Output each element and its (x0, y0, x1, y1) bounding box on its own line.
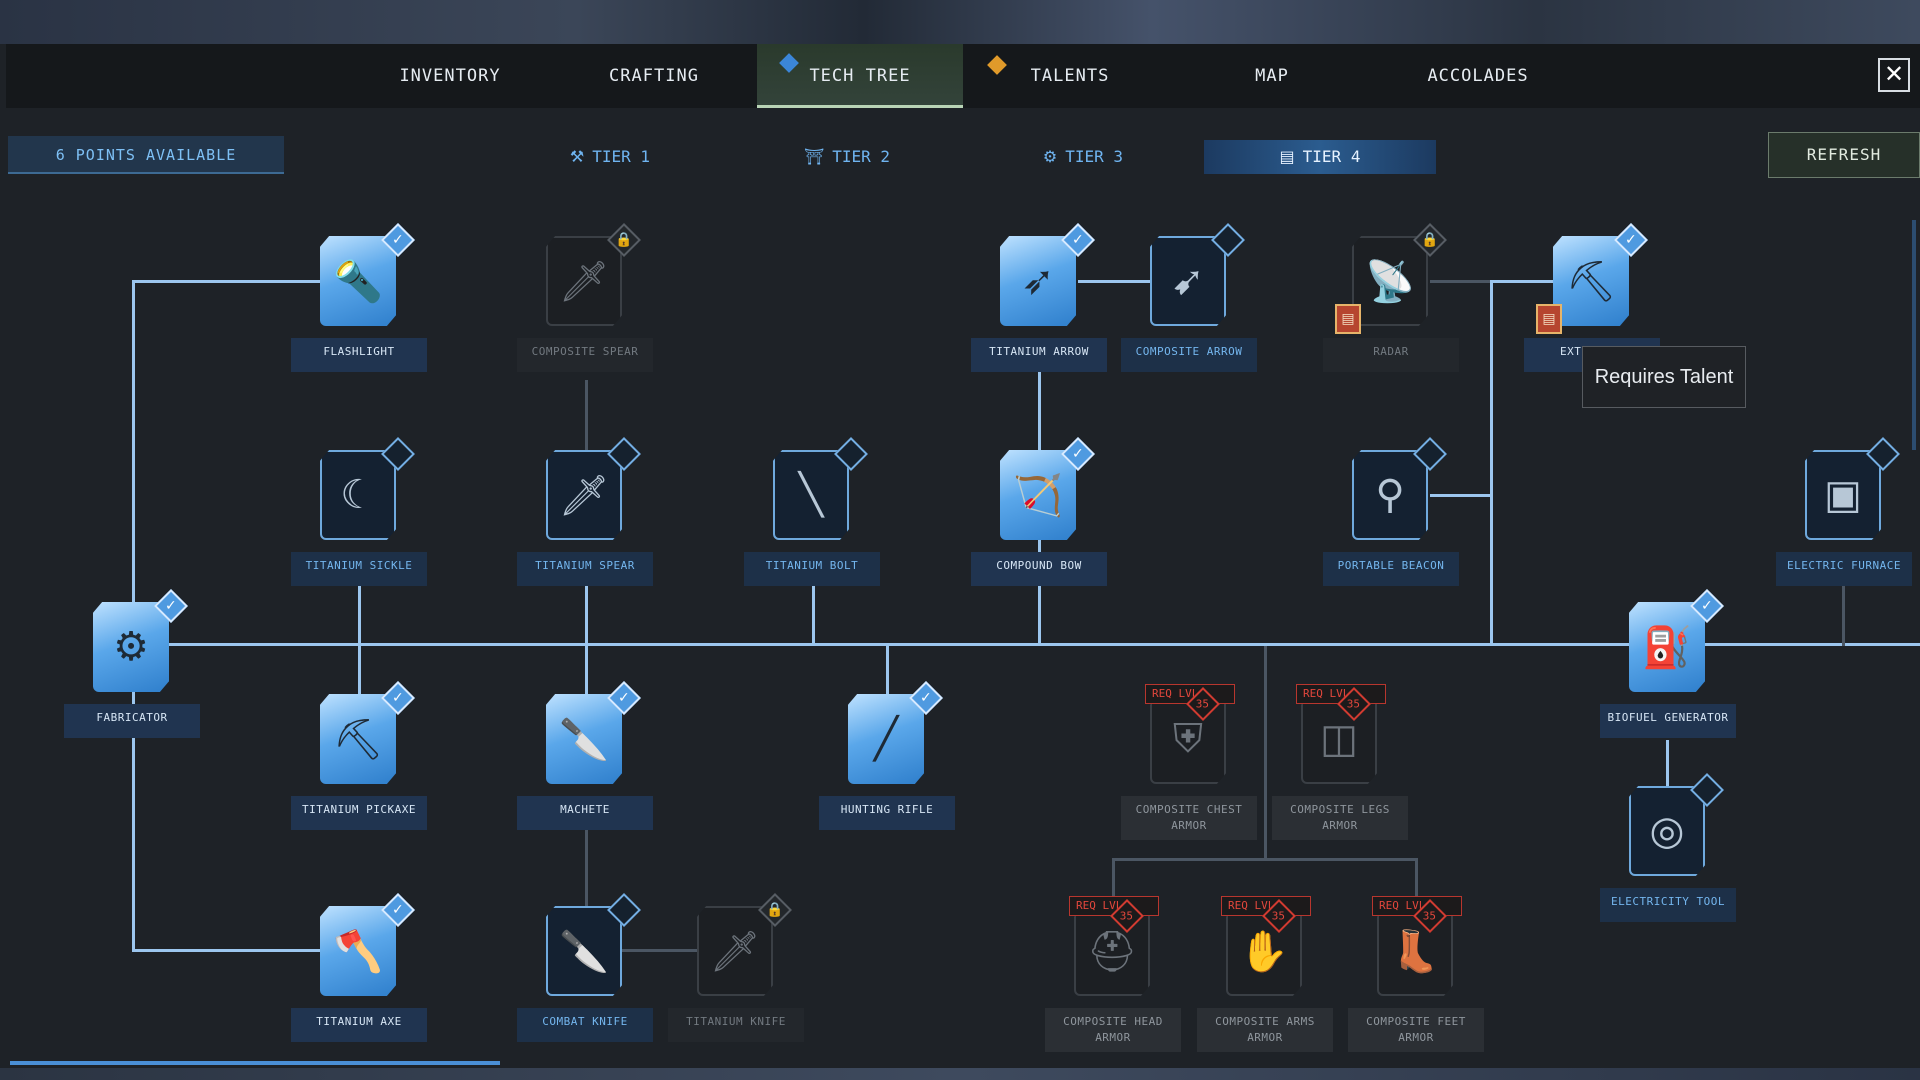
node-label: TITANIUM ARROW (971, 338, 1107, 372)
furnace-icon: ▣ (1805, 450, 1881, 540)
tree-connector (1264, 646, 1267, 860)
tree-connector (132, 949, 322, 952)
node-label: TITANIUM SPEAR (517, 552, 653, 586)
node-label: TITANIUM SICKLE (291, 552, 427, 586)
tree-connector (1112, 858, 1418, 861)
node-label: COMPOSITE SPEAR (517, 338, 653, 372)
crane-icon: ⚙ (1042, 147, 1058, 166)
scrollbar[interactable] (1912, 220, 1916, 450)
node-label: TITANIUM KNIFE (668, 1008, 804, 1042)
arrow-icon: ➶ (1000, 236, 1076, 326)
knife-icon: 🔪 (546, 906, 622, 996)
tier-label: TIER 2 (832, 147, 891, 166)
node-label: ELECTRIC FURNACE (1776, 552, 1912, 586)
tree-connector (585, 586, 588, 646)
flashlight-icon: 🔦 (320, 236, 396, 326)
arrow-icon: ➹ (1150, 236, 1226, 326)
points-available-counter: 6 POINTS AVAILABLE (8, 136, 284, 174)
cable-icon: ◎ (1629, 786, 1705, 876)
tab-map[interactable]: MAP (1182, 44, 1362, 108)
tier-label: TIER 4 (1302, 147, 1361, 166)
node-label: COMPOUND BOW (971, 552, 1107, 586)
close-button[interactable]: ✕ (1878, 58, 1910, 92)
tab-inventory[interactable]: INVENTORY (360, 44, 540, 108)
node-label: COMPOSITE ARMS ARMOR (1197, 1008, 1333, 1052)
horizontal-scroll-indicator[interactable] (10, 1061, 500, 1065)
tier-label: TIER 1 (592, 147, 651, 166)
spear-icon: 🗡 (546, 450, 622, 540)
machete-icon: 🔪 (546, 694, 622, 784)
tree-connector (622, 949, 700, 952)
tree-connector (585, 380, 588, 450)
tree-connector (1666, 740, 1669, 790)
radar-icon: 📡 (1352, 236, 1428, 326)
machine-icon: ▤ (1279, 147, 1295, 166)
node-label: COMPOSITE LEGS ARMOR (1272, 796, 1408, 840)
node-label: COMPOSITE ARROW (1121, 338, 1257, 372)
node-label: FABRICATOR (64, 704, 200, 738)
tree-connector (585, 643, 588, 695)
node-label: COMPOSITE CHEST ARMOR (1121, 796, 1257, 840)
node-label: BIOFUEL GENERATOR (1600, 704, 1736, 738)
tree-connector (1078, 280, 1154, 283)
node-label: COMBAT KNIFE (517, 1008, 653, 1042)
tree-connector (812, 586, 815, 646)
node-label: FLASHLIGHT (291, 338, 427, 372)
generator-icon: ⛽ (1629, 602, 1705, 692)
drill-icon: ⛏ (1553, 236, 1629, 326)
node-label: ELECTRICITY TOOL (1600, 888, 1736, 922)
tree-connector (358, 586, 361, 646)
tab-talents[interactable]: TALENTS (980, 44, 1160, 108)
tree-connector (1430, 280, 1490, 283)
node-label: MACHETE (517, 796, 653, 830)
tab-tier-1[interactable]: ⚒ TIER 1 (545, 140, 675, 174)
fabricator-icon: ⚙ (93, 602, 169, 692)
tier-label: TIER 3 (1065, 147, 1124, 166)
requires-talent-tooltip: Requires Talent (1582, 346, 1746, 408)
pickaxe-icon: ⛏ (320, 694, 396, 784)
tree-connector (1430, 494, 1492, 497)
node-label: RADAR (1323, 338, 1459, 372)
tree-connector (886, 643, 889, 695)
talent-book-icon: ▤ (1335, 304, 1361, 334)
talent-book-icon: ▤ (1536, 304, 1562, 334)
game-world-backdrop (0, 0, 1920, 44)
spear-icon: 🗡 (546, 236, 622, 326)
top-nav-bar (6, 44, 1920, 108)
gate-icon: ⛩ (803, 147, 825, 166)
rifle-icon: ╱ (848, 694, 924, 784)
tab-tier-3[interactable]: ⚙ TIER 3 (1018, 140, 1148, 174)
tree-connector (1842, 580, 1845, 646)
sickle-icon: ☾ (320, 450, 396, 540)
tree-connector (585, 825, 588, 911)
game-world-backdrop (0, 1068, 1920, 1080)
refresh-button[interactable]: REFRESH (1768, 132, 1920, 178)
tab-tier-2[interactable]: ⛩ TIER 2 (782, 140, 912, 174)
node-label: TITANIUM BOLT (744, 552, 880, 586)
tree-connector (1490, 280, 1493, 646)
knife-icon: 🗡 (697, 906, 773, 996)
tab-accolades[interactable]: ACCOLADES (1388, 44, 1568, 108)
bow-icon: 🏹 (1000, 450, 1076, 540)
node-label: COMPOSITE HEAD ARMOR (1045, 1008, 1181, 1052)
hammer-icon: ⚒ (569, 147, 585, 166)
tree-connector (132, 280, 322, 283)
node-label: HUNTING RIFLE (819, 796, 955, 830)
tab-tier-4[interactable]: ▤ TIER 4 (1204, 140, 1436, 174)
node-label: TITANIUM PICKAXE (291, 796, 427, 830)
beacon-icon: ⚲ (1352, 450, 1428, 540)
tab-crafting[interactable]: CRAFTING (564, 44, 744, 108)
node-label: COMPOSITE FEET ARMOR (1348, 1008, 1484, 1052)
tree-connector (358, 643, 361, 695)
tree-connector (1490, 280, 1556, 283)
axe-icon: 🪓 (320, 906, 396, 996)
bolt-icon: ╲ (773, 450, 849, 540)
node-label: PORTABLE BEACON (1323, 552, 1459, 586)
node-label: TITANIUM AXE (291, 1008, 427, 1042)
